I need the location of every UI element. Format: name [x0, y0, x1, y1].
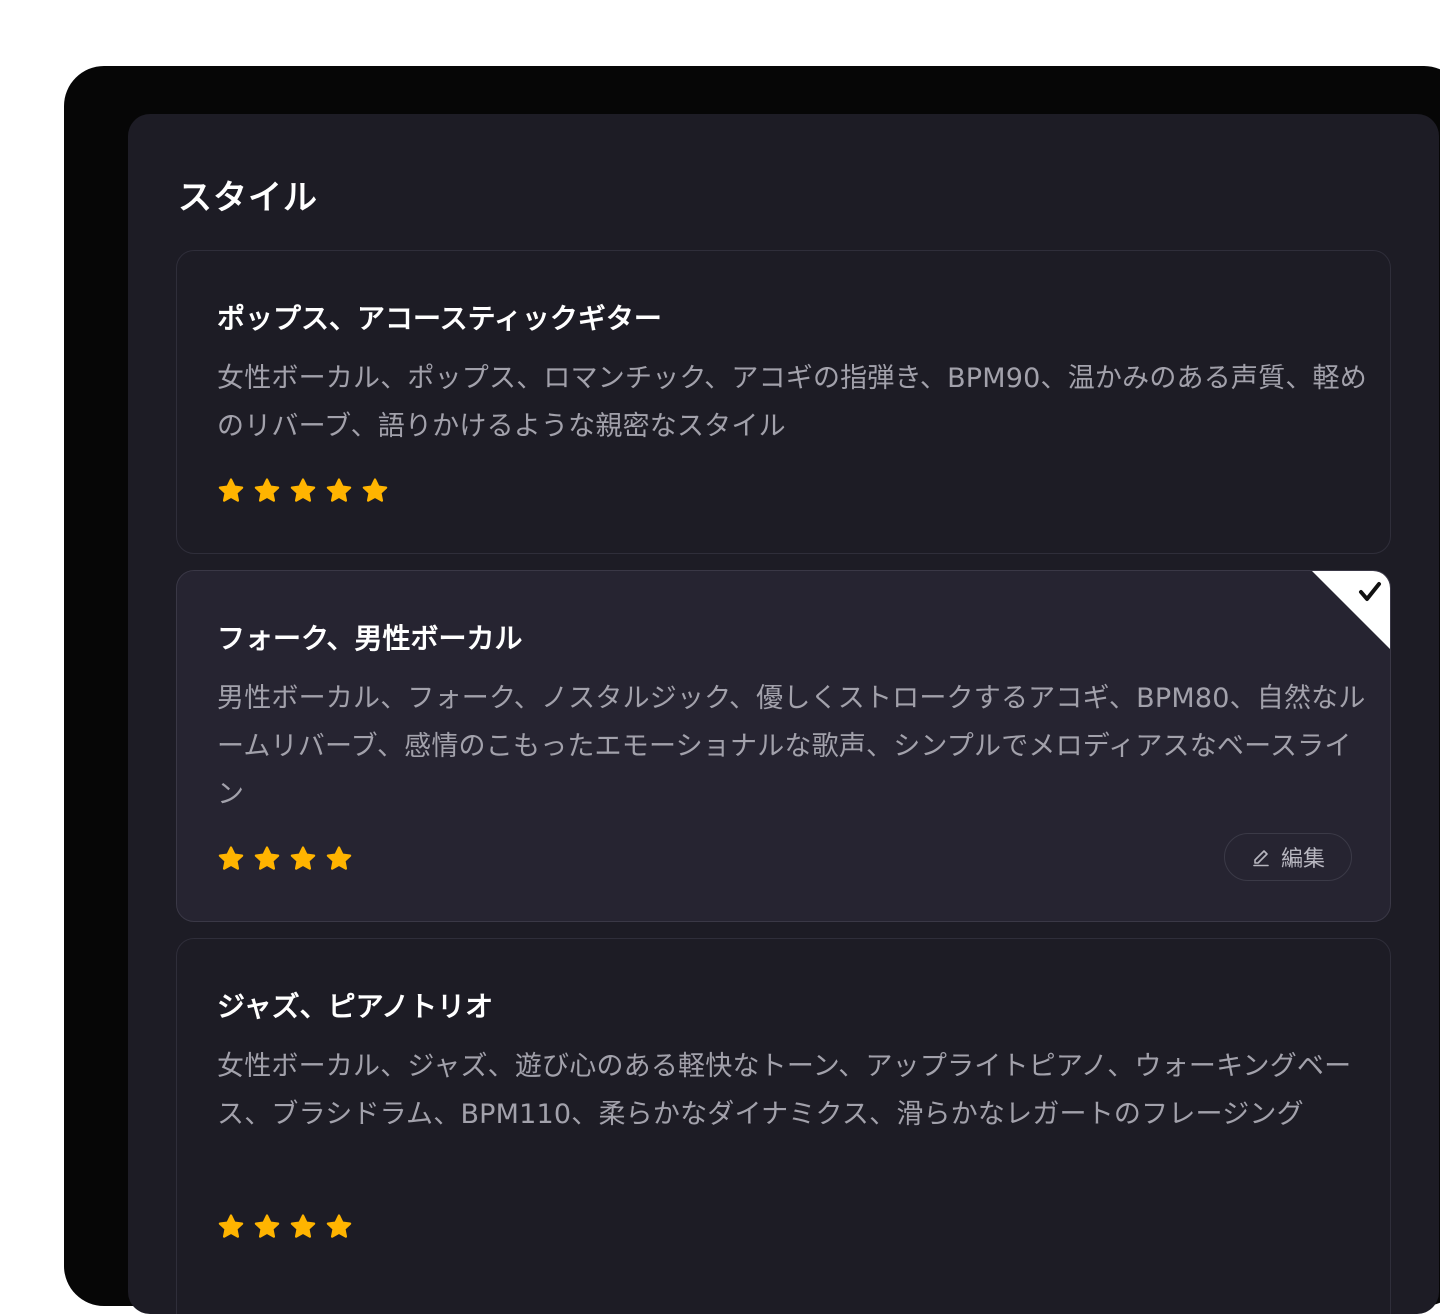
style-panel: スタイル ポップス、アコースティックギター 女性ボーカル、ポップス、ロマンチック… [128, 114, 1439, 1314]
star-icon [218, 478, 244, 502]
edit-button[interactable]: 編集 [1224, 833, 1352, 881]
style-card[interactable]: ジャズ、ピアノトリオ 女性ボーカル、ジャズ、遊び心のある軽快なトーン、アップライ… [176, 938, 1391, 1314]
star-icon [290, 478, 316, 502]
section-title: スタイル [178, 178, 318, 218]
star-icon [326, 1214, 352, 1238]
card-description: 女性ボーカル、ポップス、ロマンチック、アコギの指弾き、BPM90、温かみのある声… [217, 363, 1367, 442]
card-title: ジャズ、ピアノトリオ [217, 990, 494, 1023]
card-title: ポップス、アコースティックギター [217, 302, 662, 335]
star-icon [326, 846, 352, 870]
star-icon [218, 1214, 244, 1238]
pencil-icon [1253, 850, 1269, 867]
star-icon [290, 1214, 316, 1238]
star-icon [218, 846, 244, 870]
rating-stars [217, 1213, 353, 1241]
edit-button-label: 編集 [1280, 846, 1325, 871]
star-icon [326, 478, 352, 502]
card-description: 男性ボーカル、フォーク、ノスタルジック、優しくストロークするアコギ、BPM80、… [217, 683, 1366, 810]
star-icon [254, 846, 280, 870]
star-icon [290, 846, 316, 870]
rating-stars [217, 845, 353, 873]
card-title: フォーク、男性ボーカル [217, 622, 523, 655]
selected-check-icon [1312, 571, 1390, 649]
style-card-selected[interactable]: フォーク、男性ボーカル 男性ボーカル、フォーク、ノスタルジック、優しくストローク… [176, 570, 1391, 922]
star-icon [254, 1214, 280, 1238]
star-icon [254, 478, 280, 502]
style-card[interactable]: ポップス、アコースティックギター 女性ボーカル、ポップス、ロマンチック、アコギの… [176, 250, 1391, 554]
rating-stars [217, 477, 389, 505]
card-description: 女性ボーカル、ジャズ、遊び心のある軽快なトーン、アップライトピアノ、ウォーキング… [217, 1051, 1352, 1130]
star-icon [362, 478, 388, 502]
